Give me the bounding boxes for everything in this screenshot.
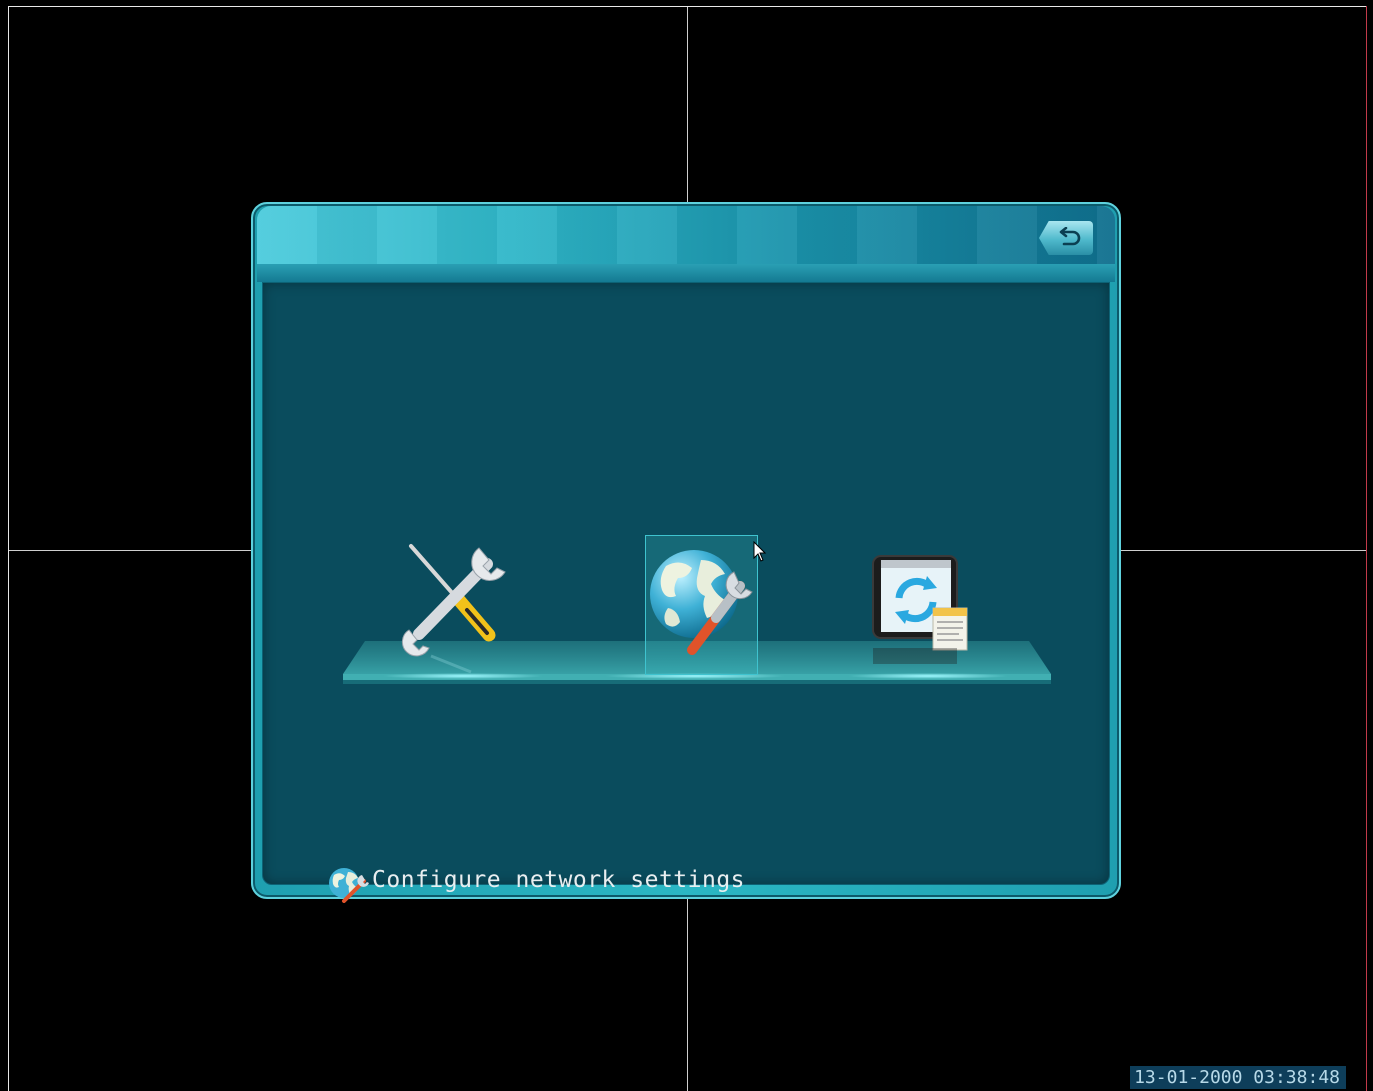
dialog-title-strip [257,264,1115,282]
menu-description-text: Configure network settings [372,867,746,893]
network-globe-wrench-icon [329,868,369,903]
system-clock: 13-01-2000 03:38:48 [1130,1066,1346,1089]
menu-item-network-settings[interactable] [645,535,758,675]
dvr-screen: Configure network settings 13-01-2000 03… [0,0,1373,1091]
main-menu-dialog: Configure network settings [251,202,1121,903]
menu-item-general-settings[interactable] [401,538,515,678]
dialog-title-bar [257,206,1115,264]
mouse-cursor-icon [753,541,767,562]
system-upgrade-icon [872,555,968,664]
dialog-content: Configure network settings [262,282,1110,903]
back-arrow-icon [1059,227,1081,246]
frame-right-line [1366,6,1367,1091]
quad-divider-vertical-bottom [687,899,688,1091]
network-globe-wrench-icon [650,550,753,655]
back-button[interactable] [1039,221,1093,255]
menu-description: Configure network settings [326,863,745,903]
quad-divider-horizontal-right [1121,550,1366,551]
quad-divider-horizontal-left [9,550,251,551]
menu-item-system-upgrade[interactable] [867,538,981,678]
tools-icon [401,544,506,674]
quad-divider-vertical-top [687,7,688,202]
frame-left-line [8,6,9,1091]
